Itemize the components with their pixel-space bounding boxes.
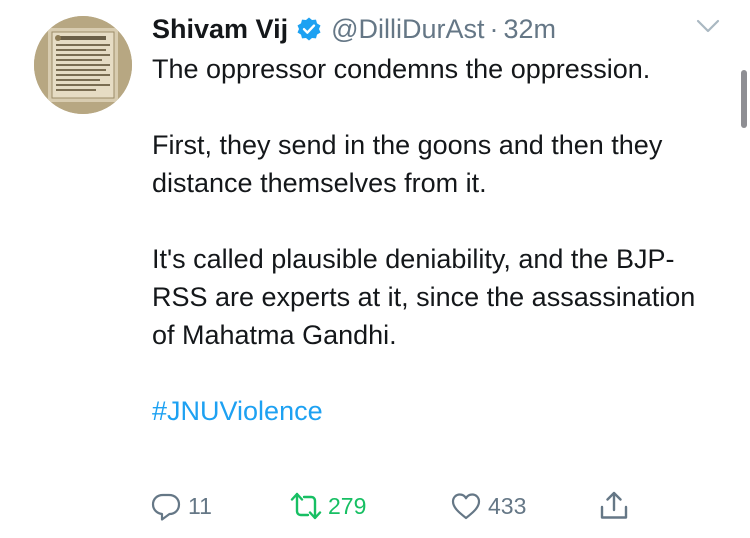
heart-icon — [450, 490, 482, 522]
tweet-paragraph: It's called plausible deniability, and t… — [152, 244, 696, 350]
separator-dot: · — [489, 13, 499, 44]
reply-count: 11 — [188, 492, 212, 519]
author-handle[interactable]: @DilliDurAst — [331, 14, 484, 45]
chevron-down-icon[interactable] — [694, 16, 722, 36]
share-icon — [598, 490, 630, 522]
author-name[interactable]: Shivam Vij — [152, 14, 288, 45]
tweet-text: The oppressor condemns the oppression. F… — [152, 50, 712, 468]
tweet-paragraph: First, they send in the goons and then t… — [152, 130, 663, 198]
like-button[interactable]: 433 — [450, 486, 526, 526]
tweet-actions: 11 279 433 — [150, 486, 650, 526]
share-button[interactable] — [598, 486, 630, 526]
tweet-paragraph: The oppressor condemns the oppression. — [152, 54, 651, 84]
reply-button[interactable]: 11 — [150, 486, 212, 526]
reply-icon — [150, 490, 182, 522]
retweet-icon — [290, 490, 322, 522]
retweet-count: 279 — [328, 492, 367, 519]
verified-badge-icon — [296, 16, 322, 42]
avatar[interactable] — [34, 16, 132, 114]
like-count: 433 — [488, 492, 527, 519]
hashtag-link[interactable]: #JNUViolence — [152, 396, 323, 426]
retweet-button[interactable]: 279 — [290, 486, 366, 526]
tweet-timestamp[interactable]: 32m — [504, 14, 557, 45]
tweet-header: Shivam Vij @DilliDurAst · 32m — [152, 10, 556, 48]
scrollbar[interactable] — [741, 70, 747, 128]
